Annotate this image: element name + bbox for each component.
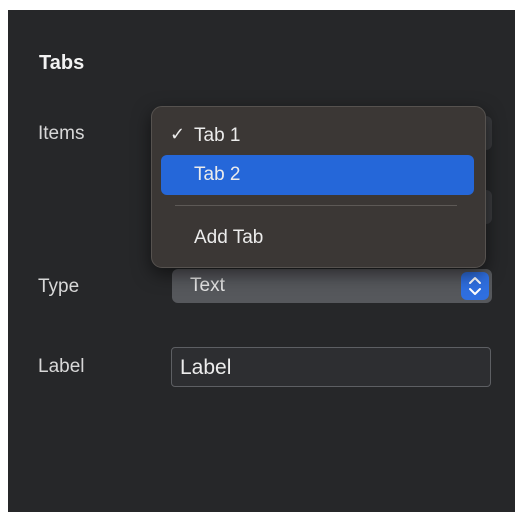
checkmark-icon: ✓ bbox=[170, 124, 186, 144]
menu-item-tab-2[interactable]: Tab 2 bbox=[161, 155, 474, 195]
tabs-dropdown-menu: ✓ Tab 1 Tab 2 Add Tab bbox=[151, 106, 486, 268]
label-row-label: Label bbox=[38, 356, 85, 377]
items-label: Items bbox=[38, 123, 85, 144]
menu-item-add-tab[interactable]: Add Tab bbox=[161, 218, 474, 258]
type-select-value: Text bbox=[190, 275, 225, 296]
menu-divider bbox=[175, 205, 457, 206]
type-select[interactable]: Text bbox=[172, 269, 492, 303]
menu-item-label: Tab 2 bbox=[194, 164, 241, 185]
inspector-panel: Tabs Items Type Text Label Label ✓ Tab 1… bbox=[8, 10, 515, 512]
type-label: Type bbox=[38, 276, 80, 297]
chevron-up-down-icon[interactable] bbox=[461, 272, 489, 300]
label-field[interactable]: Label bbox=[171, 347, 491, 387]
section-title: Tabs bbox=[39, 52, 85, 74]
menu-item-tab-1[interactable]: ✓ Tab 1 bbox=[161, 116, 474, 156]
menu-item-label: Add Tab bbox=[194, 227, 264, 248]
menu-item-label: Tab 1 bbox=[194, 125, 241, 146]
